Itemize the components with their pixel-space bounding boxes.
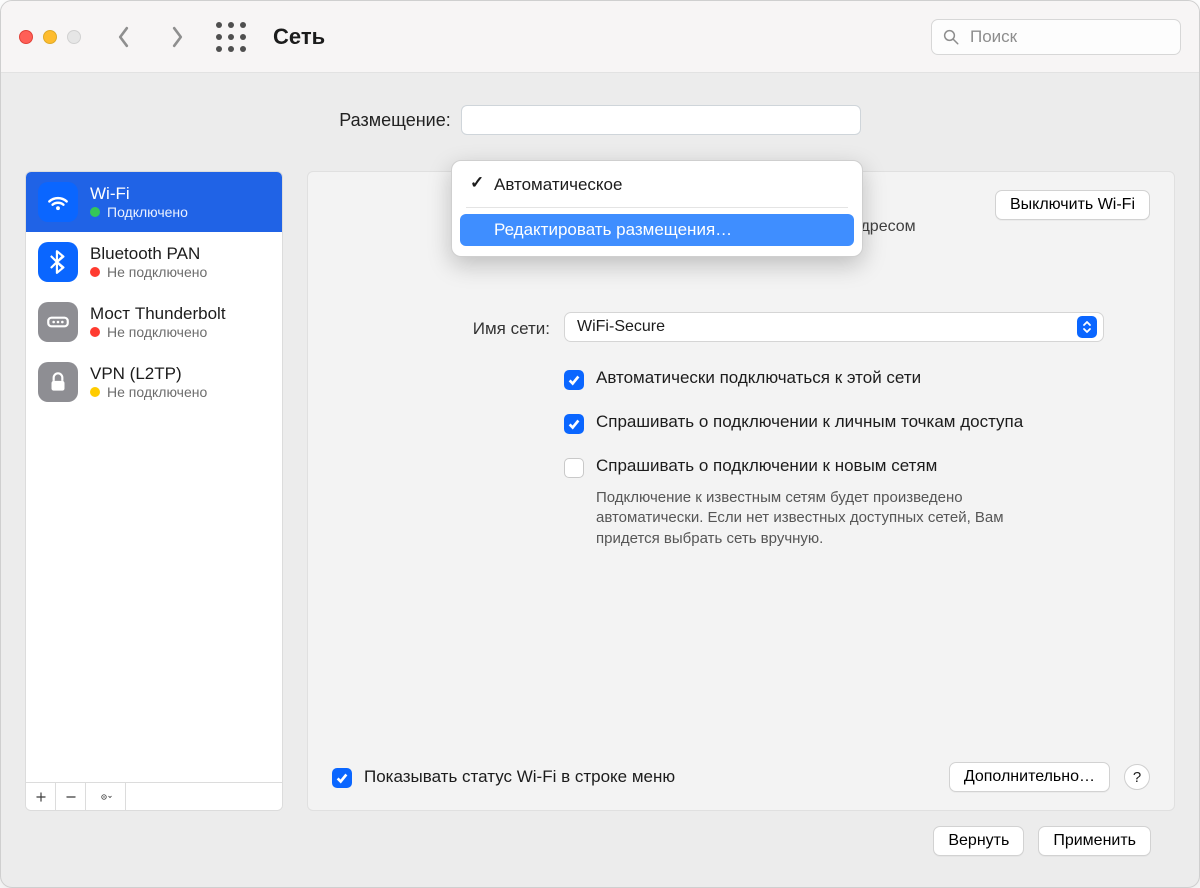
chevron-updown-icon <box>1077 316 1097 338</box>
location-menu-item-edit[interactable]: Редактировать размещения… <box>460 214 854 246</box>
interfaces-list: Wi-Fi Подключено Bluetooth PAN Не подклю… <box>26 172 282 782</box>
titlebar: Сеть Поиск <box>1 1 1199 73</box>
toggle-wifi-button[interactable]: Выключить Wi-Fi <box>995 190 1150 220</box>
location-select[interactable] <box>461 105 861 135</box>
minimize-window-button[interactable] <box>43 30 57 44</box>
zoom-window-button[interactable] <box>67 30 81 44</box>
sidebar-item-wifi[interactable]: Wi-Fi Подключено <box>26 172 282 232</box>
network-name-select[interactable]: WiFi-Secure <box>564 312 1104 342</box>
status-dot-icon <box>90 267 100 277</box>
show-in-menubar-checkbox[interactable]: Показывать статус Wi-Fi в строке меню <box>364 767 675 787</box>
add-interface-button[interactable] <box>26 783 56 810</box>
lock-icon <box>38 362 78 402</box>
menu-separator <box>466 207 848 208</box>
help-button[interactable]: ? <box>1124 764 1150 790</box>
status-dot-icon <box>90 327 100 337</box>
checkbox-ask-hotspot[interactable]: Спрашивать о подключении к личным точкам… <box>564 412 1150 434</box>
status-dot-icon <box>90 207 100 217</box>
content-area: Размещение: Автоматическое Редактировать… <box>1 73 1199 887</box>
sidebar-item-thunderbolt-bridge[interactable]: Мост Thunderbolt Не подключено <box>26 292 282 352</box>
location-menu-item-label: Автоматическое <box>494 175 622 195</box>
interface-details-panel: Статус: Подключено Wi-Fi подключен к «Wi… <box>307 171 1175 811</box>
more-actions-button[interactable] <box>86 783 126 810</box>
thunderbolt-bridge-icon <box>38 302 78 342</box>
sidebar-item-name: VPN (L2TP) <box>90 364 207 384</box>
sidebar-item-name: Мост Thunderbolt <box>90 304 226 324</box>
search-placeholder: Поиск <box>970 27 1017 47</box>
checkbox-hint: Подключение к известным сетям будет прои… <box>596 488 1056 549</box>
network-name-label: Имя сети: <box>332 315 550 339</box>
checkbox-label: Автоматически подключаться к этой сети <box>596 368 921 388</box>
location-menu-item-label: Редактировать размещения… <box>494 220 732 240</box>
remove-interface-button[interactable] <box>56 783 86 810</box>
interfaces-sidebar: Wi-Fi Подключено Bluetooth PAN Не подклю… <box>25 171 283 811</box>
search-icon <box>942 28 960 46</box>
sidebar-item-bluetooth-pan[interactable]: Bluetooth PAN Не подключено <box>26 232 282 292</box>
sidebar-item-status: Не подключено <box>107 384 207 400</box>
close-window-button[interactable] <box>19 30 33 44</box>
advanced-button[interactable]: Дополнительно… <box>949 762 1110 792</box>
sidebar-item-vpn[interactable]: VPN (L2TP) Не подключено <box>26 352 282 412</box>
checkbox-icon <box>564 370 584 390</box>
network-name-value: WiFi-Secure <box>577 318 665 336</box>
sidebar-item-name: Wi-Fi <box>90 184 188 204</box>
sidebar-item-status: Не подключено <box>107 324 207 340</box>
location-menu: Автоматическое Редактировать размещения… <box>451 160 863 257</box>
checkbox-auto-join[interactable]: Автоматически подключаться к этой сети <box>564 368 1150 390</box>
sidebar-item-status: Подключено <box>107 204 188 220</box>
checkbox-ask-new[interactable]: Спрашивать о подключении к новым сетям <box>564 456 1150 478</box>
system-preferences-window: Сеть Поиск Размещение: Автоматическое Ре… <box>0 0 1200 888</box>
main-row: Wi-Fi Подключено Bluetooth PAN Не подклю… <box>25 171 1175 811</box>
location-label: Размещение: <box>339 110 450 131</box>
checkbox-icon <box>564 414 584 434</box>
forward-button[interactable] <box>159 19 195 55</box>
sidebar-toolbar <box>26 782 282 810</box>
window-controls <box>19 30 81 44</box>
apply-button[interactable]: Применить <box>1038 826 1151 856</box>
checkbox-label: Спрашивать о подключении к личным точкам… <box>596 412 1023 432</box>
sidebar-toolbar-spacer <box>126 783 282 810</box>
sidebar-item-name: Bluetooth PAN <box>90 244 207 264</box>
status-dot-icon <box>90 387 100 397</box>
sidebar-item-status: Не подключено <box>107 264 207 280</box>
window-footer: Вернуть Применить <box>25 811 1175 871</box>
wifi-icon <box>38 182 78 222</box>
revert-button[interactable]: Вернуть <box>933 826 1024 856</box>
back-button[interactable] <box>105 19 141 55</box>
show-all-prefs-button[interactable] <box>213 19 249 55</box>
page-title: Сеть <box>273 24 325 50</box>
bluetooth-icon <box>38 242 78 282</box>
checkbox-icon <box>564 458 584 478</box>
checkbox-icon <box>332 768 352 788</box>
location-row: Размещение: <box>25 95 1175 145</box>
search-input[interactable]: Поиск <box>931 19 1181 55</box>
location-menu-item-automatic[interactable]: Автоматическое <box>460 169 854 201</box>
checkbox-label: Спрашивать о подключении к новым сетям <box>596 456 937 476</box>
